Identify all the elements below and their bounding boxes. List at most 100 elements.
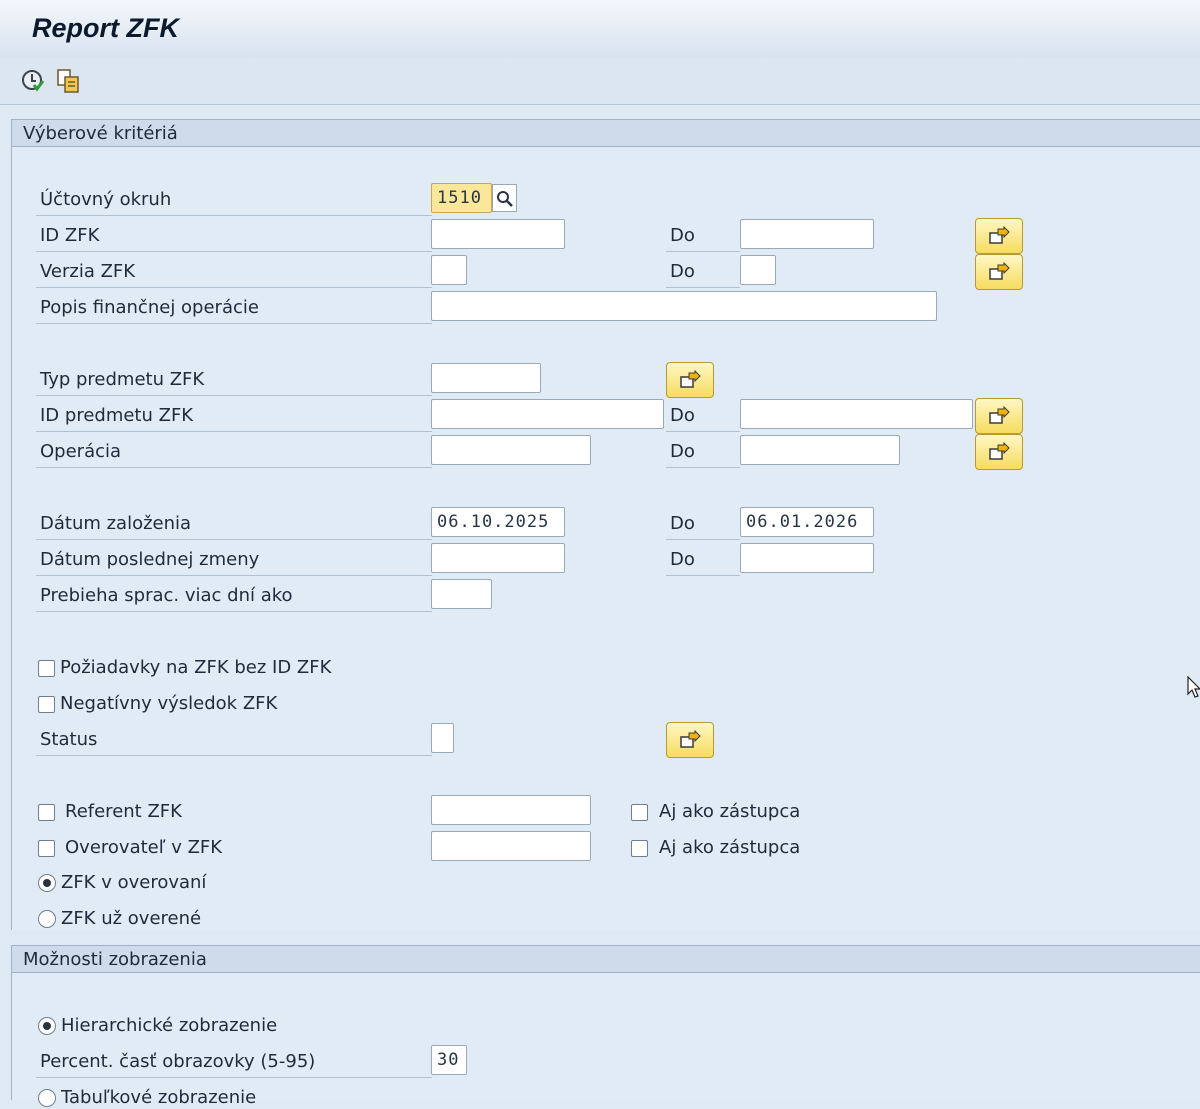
requests-without-id-checkbox[interactable] [38, 660, 55, 677]
hierarchical-label: Hierarchické zobrazenie [61, 1015, 278, 1036]
multiple-selection-button[interactable] [975, 398, 1023, 434]
subject-id-label: ID predmetu ZFK [40, 405, 194, 426]
zfk-version-label: Verzia ZFK [40, 261, 136, 282]
referent-label: Referent ZFK [65, 801, 182, 822]
multiple-selection-button[interactable] [975, 434, 1023, 470]
row-underline [36, 755, 432, 756]
multiple-selection-button[interactable] [975, 254, 1023, 290]
company-code-label: Účtovný okruh [40, 189, 172, 210]
subject-id-to-input[interactable] [740, 399, 973, 429]
zfk-id-label: ID ZFK [40, 225, 100, 246]
created-date-from-input[interactable]: 06.10.2025 [431, 507, 565, 537]
operation-to-input[interactable] [740, 435, 900, 465]
operation-from-input[interactable] [431, 435, 591, 465]
changed-date-label: Dátum poslednej zmeny [40, 549, 260, 570]
search-help-button[interactable] [492, 184, 517, 212]
multiple-selection-button[interactable] [975, 218, 1023, 254]
row-underline [666, 467, 740, 468]
zfk-version-to-label: Do [670, 261, 695, 282]
multiple-selection-icon [989, 262, 1010, 280]
negative-result-checkbox[interactable] [38, 696, 55, 713]
row-underline [36, 1077, 432, 1078]
multiple-selection-icon [989, 406, 1010, 424]
zfk-id-from-input[interactable] [431, 219, 565, 249]
zfk-id-to-label: Do [670, 225, 695, 246]
referent-deputy-label: Aj ako zástupca [659, 801, 801, 822]
display-options-header: Možnosti zobrazenia [12, 946, 1200, 973]
verified-label: ZFK už overené [61, 908, 202, 929]
multiple-selection-icon [680, 730, 701, 748]
selection-criteria-header: Výberové kritériá [12, 120, 1200, 147]
mouse-cursor-icon [1187, 676, 1200, 698]
row-underline [666, 251, 740, 252]
multiple-selection-icon [989, 226, 1010, 244]
subject-id-to-label: Do [670, 405, 695, 426]
row-underline [36, 215, 432, 216]
row-underline [36, 251, 432, 252]
screen-percent-label: Percent. časť obrazovky (5-95) [40, 1051, 316, 1072]
screen-percent-input[interactable]: 30 [431, 1045, 467, 1075]
execute-icon[interactable] [20, 68, 46, 94]
verifier-deputy-checkbox[interactable] [631, 840, 648, 857]
operation-desc-label: Popis finančnej operácie [40, 297, 259, 318]
negative-result-label: Negatívny výsledok ZFK [60, 693, 278, 714]
table-radio[interactable] [38, 1089, 56, 1107]
multiple-selection-button[interactable] [666, 722, 714, 758]
row-underline [36, 467, 432, 468]
application-toolbar [0, 58, 1200, 105]
verifier-label: Overovateľ v ZFK [65, 837, 223, 858]
referent-deputy-checkbox[interactable] [631, 804, 648, 821]
verifier-checkbox[interactable] [38, 840, 55, 857]
changed-date-from-input[interactable] [431, 543, 565, 573]
row-underline [36, 431, 432, 432]
selection-criteria-group: Výberové kritériá Účtovný okruh 1510 ID … [11, 119, 1200, 930]
zfk-id-to-input[interactable] [740, 219, 874, 249]
row-underline [666, 287, 740, 288]
page-title: Report ZFK [32, 13, 179, 43]
company-code-input[interactable]: 1510 [431, 183, 492, 213]
table-label: Tabuľkové zobrazenie [61, 1087, 257, 1108]
row-underline [36, 287, 432, 288]
created-date-to-input[interactable]: 06.01.2026 [740, 507, 874, 537]
row-underline [36, 539, 432, 540]
title-bar: Report ZFK [0, 0, 1200, 59]
referent-input[interactable] [431, 795, 591, 825]
subject-id-from-input[interactable] [431, 399, 664, 429]
operation-desc-input[interactable] [431, 291, 937, 321]
requests-without-id-label: Požiadavky na ZFK bez ID ZFK [60, 657, 332, 678]
zfk-version-to-input[interactable] [740, 255, 776, 285]
created-date-to-label: Do [670, 513, 695, 534]
row-underline [36, 395, 432, 396]
hierarchical-radio[interactable] [38, 1017, 56, 1035]
multiple-selection-icon [989, 442, 1010, 460]
multiple-selection-button[interactable] [666, 362, 714, 398]
multiple-selection-icon [680, 370, 701, 388]
row-underline [666, 539, 740, 540]
in-verification-radio[interactable] [38, 874, 56, 892]
row-underline [36, 611, 432, 612]
get-variant-icon[interactable] [56, 68, 82, 94]
search-icon [497, 191, 513, 207]
display-options-group: Možnosti zobrazenia Hierarchické zobraze… [11, 945, 1200, 1108]
referent-checkbox[interactable] [38, 804, 55, 821]
subject-type-label: Typ predmetu ZFK [40, 369, 205, 390]
zfk-version-from-input[interactable] [431, 255, 467, 285]
processing-days-label: Prebieha sprac. viac dní ako [40, 585, 293, 606]
verifier-deputy-label: Aj ako zástupca [659, 837, 801, 858]
row-underline [666, 575, 740, 576]
verified-radio[interactable] [38, 910, 56, 928]
verifier-input[interactable] [431, 831, 591, 861]
row-underline [36, 575, 432, 576]
created-date-label: Dátum založenia [40, 513, 192, 534]
changed-date-to-input[interactable] [740, 543, 874, 573]
status-label: Status [40, 729, 98, 750]
subject-type-input[interactable] [431, 363, 541, 393]
status-input[interactable] [431, 723, 454, 753]
row-underline [666, 431, 740, 432]
row-underline [36, 323, 432, 324]
in-verification-label: ZFK v overovaní [61, 872, 207, 893]
operation-label: Operácia [40, 441, 122, 462]
operation-to-label: Do [670, 441, 695, 462]
processing-days-input[interactable] [431, 579, 492, 609]
changed-date-to-label: Do [670, 549, 695, 570]
